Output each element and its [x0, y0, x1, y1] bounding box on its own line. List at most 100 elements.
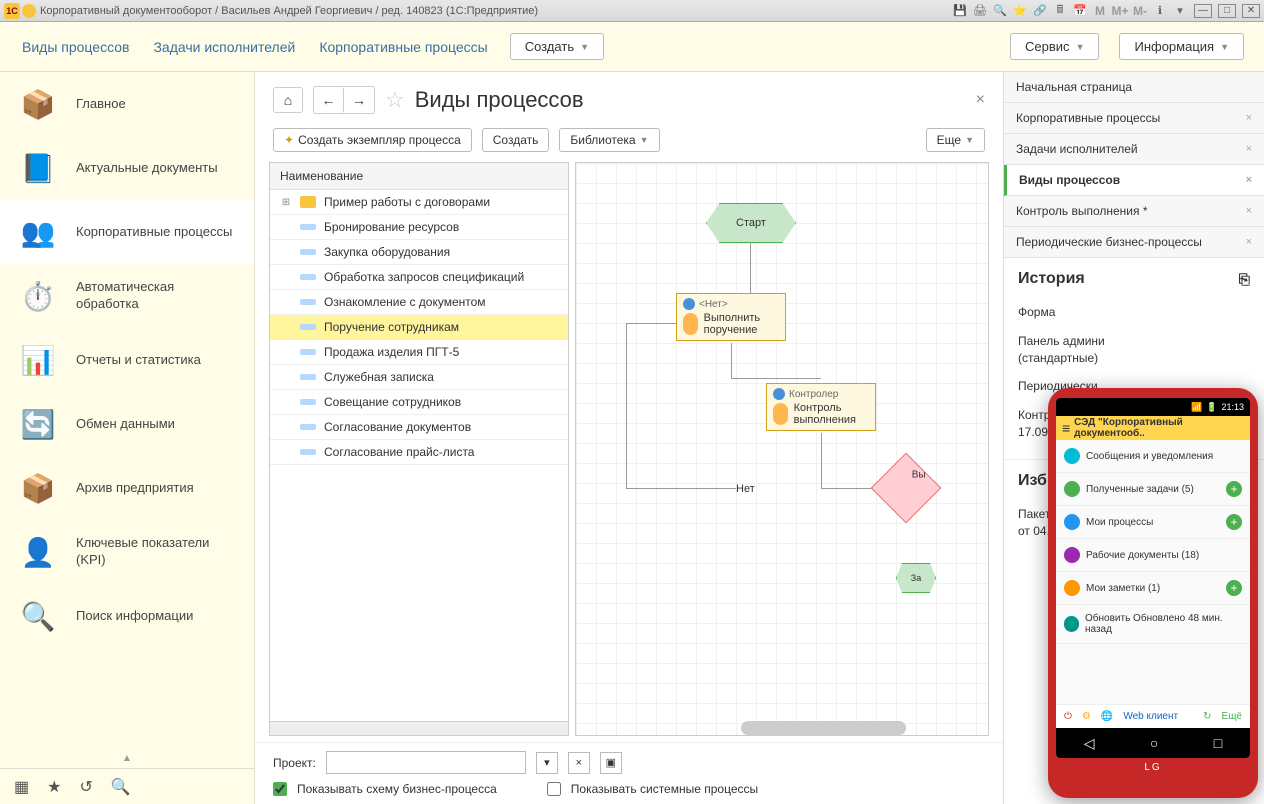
sidebar-item-6[interactable]: 📦Архив предприятия — [0, 456, 254, 520]
refresh-icon[interactable]: ↻ — [1203, 711, 1211, 722]
history-settings-icon[interactable]: ⎘ — [1239, 271, 1250, 288]
process-row[interactable]: Закупка оборудования — [270, 240, 568, 265]
dropdown-icon[interactable]: ▾ — [1172, 3, 1188, 19]
diagram-task-1[interactable]: <Нет> Выполнить поручение — [676, 293, 786, 341]
right-tab[interactable]: Корпоративные процессы× — [1004, 103, 1264, 134]
tab-process-types[interactable]: Виды процессов — [20, 33, 131, 61]
process-row[interactable]: Совещание сотрудников — [270, 390, 568, 415]
right-tab[interactable]: Виды процессов× — [1004, 165, 1264, 196]
maximize-button[interactable]: □ — [1218, 4, 1236, 18]
tab-corp-processes[interactable]: Корпоративные процессы — [317, 33, 489, 61]
process-row[interactable]: Бронирование ресурсов — [270, 215, 568, 240]
process-row[interactable]: Поручение сотрудникам — [270, 315, 568, 340]
create-button[interactable]: Создать▼ — [510, 33, 604, 60]
sidebar-item-3[interactable]: ⏱️Автоматическая обработка — [0, 264, 254, 328]
service-button[interactable]: Сервис▼ — [1010, 33, 1099, 60]
create-new-button[interactable]: Создать — [482, 128, 550, 152]
tab-executor-tasks[interactable]: Задачи исполнителей — [151, 33, 297, 61]
close-tab-icon[interactable]: × — [1246, 143, 1252, 155]
expand-icon[interactable]: ⊞ — [280, 197, 292, 208]
process-row[interactable]: Продажа изделия ПГТ-5 — [270, 340, 568, 365]
project-dropdown-button[interactable]: ▾ — [536, 752, 558, 774]
process-row[interactable]: Ознакомление с документом — [270, 290, 568, 315]
apps-icon[interactable]: ▦ — [14, 777, 29, 797]
phone-more-label[interactable]: Ещё — [1222, 711, 1242, 722]
horizontal-scrollbar[interactable] — [270, 721, 568, 735]
forward-button[interactable]: → — [344, 87, 374, 113]
star-icon[interactable]: ★ — [47, 777, 61, 797]
minimize-button[interactable]: — — [1194, 4, 1212, 18]
project-clear-button[interactable]: × — [568, 752, 590, 774]
favorite-icon[interactable]: ⭐ — [1012, 3, 1028, 19]
favorite-toggle-icon[interactable]: ☆ — [385, 87, 405, 113]
close-page-button[interactable]: × — [976, 91, 985, 109]
home-button[interactable]: ⌂ — [273, 87, 303, 113]
close-tab-icon[interactable]: × — [1246, 205, 1252, 217]
process-list-header[interactable]: Наименование — [270, 163, 568, 190]
right-tab[interactable]: Начальная страница — [1004, 72, 1264, 103]
scroll-up-icon[interactable]: ▲ — [0, 749, 254, 768]
close-tab-icon[interactable]: × — [1246, 174, 1252, 186]
power-icon[interactable]: ⏻ — [1064, 711, 1072, 722]
sidebar-item-2[interactable]: 👥Корпоративные процессы — [0, 200, 254, 264]
right-tab[interactable]: Контроль выполнения *× — [1004, 196, 1264, 227]
phone-recent-button[interactable]: □ — [1214, 735, 1222, 751]
diagram-task-2[interactable]: Контролер Контроль выполнения — [766, 383, 876, 431]
phone-list-item[interactable]: Мои процессы+ — [1056, 506, 1250, 539]
app-menu-icon[interactable] — [22, 4, 36, 18]
calc-icon[interactable]: 🖩 — [1052, 3, 1068, 19]
right-tab[interactable]: Задачи исполнителей× — [1004, 134, 1264, 165]
phone-list-item[interactable]: Полученные задачи (5)+ — [1056, 473, 1250, 506]
history-item[interactable]: Панель админи (стандартные) — [1018, 327, 1250, 373]
process-row[interactable]: Согласование прайс-листа — [270, 440, 568, 465]
add-icon[interactable]: + — [1226, 514, 1242, 530]
search-icon[interactable]: 🔍 — [111, 777, 131, 797]
sidebar-item-1[interactable]: 📘Актуальные документы — [0, 136, 254, 200]
phone-list-item[interactable]: Обновить Обновлено 48 мин. назад — [1056, 605, 1250, 644]
process-row[interactable]: Согласование документов — [270, 415, 568, 440]
process-row[interactable]: ⊞Пример работы с договорами — [270, 190, 568, 215]
info-icon[interactable]: ℹ — [1152, 3, 1168, 19]
sidebar-item-0[interactable]: 📦Главное — [0, 72, 254, 136]
diagram-start-node[interactable]: Старт — [706, 203, 796, 243]
history-item[interactable]: Форма — [1018, 298, 1250, 327]
process-row[interactable]: Обработка запросов спецификаций — [270, 265, 568, 290]
phone-list-item[interactable]: Сообщения и уведомления — [1056, 440, 1250, 473]
process-row[interactable]: Служебная записка — [270, 365, 568, 390]
diagram-condition-node[interactable]: Вы — [871, 453, 942, 524]
preview-icon[interactable]: 🔍 — [992, 3, 1008, 19]
process-diagram[interactable]: Старт <Нет> Выполнить поручение Контроле… — [575, 162, 989, 736]
diagram-scrollbar[interactable] — [741, 721, 906, 735]
create-instance-button[interactable]: ✦Создать экземпляр процесса — [273, 128, 472, 152]
library-button[interactable]: Библиотека▼ — [559, 128, 659, 152]
show-scheme-checkbox[interactable] — [273, 782, 287, 796]
memory-mplus-button[interactable]: M+ — [1112, 3, 1128, 19]
print-icon[interactable]: 🖨 — [972, 3, 988, 19]
information-button[interactable]: Информация▼ — [1119, 33, 1244, 60]
globe-icon[interactable]: 🌐 — [1101, 711, 1113, 722]
sidebar-item-5[interactable]: 🔄Обмен данными — [0, 392, 254, 456]
sidebar-item-4[interactable]: 📊Отчеты и статистика — [0, 328, 254, 392]
phone-home-button[interactable]: ○ — [1150, 735, 1158, 751]
hamburger-icon[interactable]: ≡ — [1062, 420, 1070, 436]
phone-list-item[interactable]: Рабочие документы (18) — [1056, 539, 1250, 572]
add-icon[interactable]: + — [1226, 580, 1242, 596]
diagram-end-node[interactable]: За — [896, 563, 936, 593]
gear-icon[interactable]: ⚙ — [1082, 711, 1091, 722]
phone-back-button[interactable]: ◁ — [1084, 735, 1095, 752]
add-icon[interactable]: + — [1226, 481, 1242, 497]
close-button[interactable]: ✕ — [1242, 4, 1260, 18]
close-tab-icon[interactable]: × — [1246, 112, 1252, 124]
sidebar-item-7[interactable]: 👤Ключевые показатели (KPI) — [0, 520, 254, 584]
web-client-label[interactable]: Web клиент — [1123, 711, 1178, 722]
right-tab[interactable]: Периодические бизнес-процессы× — [1004, 227, 1264, 258]
back-button[interactable]: ← — [314, 87, 344, 113]
save-icon[interactable]: 💾 — [952, 3, 968, 19]
close-tab-icon[interactable]: × — [1246, 236, 1252, 248]
memory-m-button[interactable]: M — [1092, 3, 1108, 19]
show-system-checkbox[interactable] — [547, 782, 561, 796]
history-icon[interactable]: ↺ — [79, 777, 92, 797]
link-icon[interactable]: 🔗 — [1032, 3, 1048, 19]
memory-mminus-button[interactable]: M- — [1132, 3, 1148, 19]
more-button[interactable]: Еще▼ — [926, 128, 985, 152]
